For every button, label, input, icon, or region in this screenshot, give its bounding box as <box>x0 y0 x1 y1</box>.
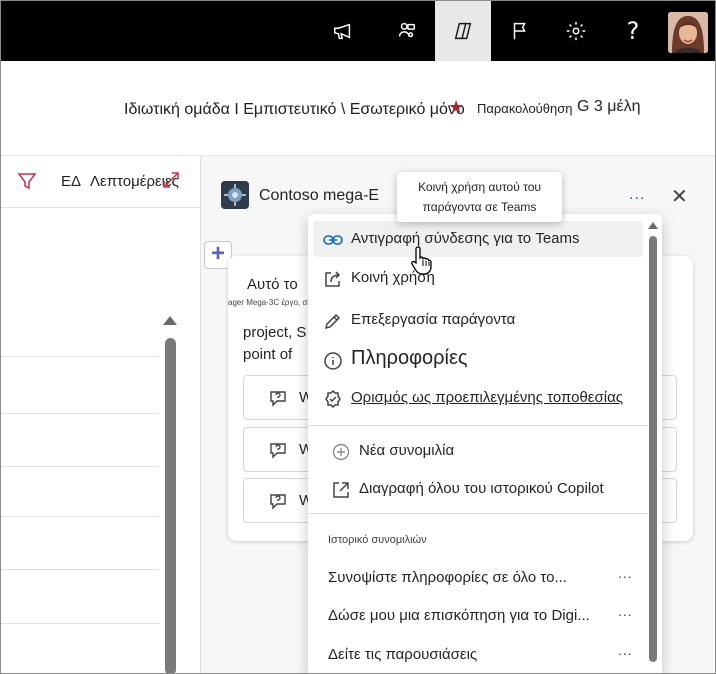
open-external-icon <box>330 479 352 501</box>
people-network-icon[interactable] <box>379 1 435 61</box>
chat-help-icon <box>268 491 288 516</box>
menu-item-info[interactable]: Πληροφορίες <box>313 342 643 378</box>
app-frame: ? Ιδιωτική ομάδα I Εμπιστευτικό \ Εσωτερ… <box>0 0 716 674</box>
menu-item-label: Πληροφορίες <box>351 347 468 369</box>
team-header: Ιδιωτική ομάδα I Εμπιστευτικό \ Εσωτερικ… <box>1 61 715 156</box>
list-divider <box>1 413 159 414</box>
list-divider <box>1 623 159 624</box>
history-more-button[interactable]: ... <box>618 565 633 581</box>
list-divider <box>1 569 159 570</box>
megaphone-icon[interactable] <box>315 1 371 61</box>
more-options-button[interactable]: ... <box>629 186 645 204</box>
menu-item-delete-history[interactable]: Διαγραφή όλου του ιστορικού Copilot <box>313 471 643 507</box>
menu-item-label: Ορισμός ως προεπιλεγμένης τοποθεσίας <box>351 389 623 406</box>
history-item-label: Δείτε τις παρουσιάσεις <box>328 646 478 663</box>
history-section-title: Ιστορικό συνομιλιών <box>328 534 427 546</box>
menu-divider <box>308 513 648 514</box>
more-options-menu: Αντιγραφή σύνδεσης για το Teams Κοινή χρ… <box>308 214 662 673</box>
follow-button[interactable]: Παρακολούθηση <box>477 101 573 116</box>
pencil-icon <box>322 310 344 332</box>
history-more-button[interactable]: ... <box>618 603 633 619</box>
history-item[interactable]: Δείτε τις παρουσιάσεις ... <box>328 642 638 668</box>
suite-bar: ? <box>1 1 715 61</box>
history-more-button[interactable]: ... <box>618 642 633 658</box>
left-pane-toolbar: ΕΔ Λεπτομέρειες <box>1 156 201 208</box>
share-icon <box>322 268 344 290</box>
card-text-line: point of <box>243 346 293 363</box>
close-button[interactable]: ✕ <box>671 184 688 209</box>
scroll-up-arrow[interactable] <box>163 316 177 325</box>
classification-label: Ιδιωτική ομάδα I Εμπιστευτικό \ Εσωτερικ… <box>124 101 465 118</box>
info-icon <box>322 350 344 372</box>
history-item[interactable]: Δώσε μου μια επισκόπηση για το Digi... .… <box>328 603 638 629</box>
hand-cursor-icon <box>411 245 437 280</box>
left-pane: ΕΔ Λεπτομέρειες <box>1 156 201 673</box>
members-count[interactable]: G 3 μέλη <box>577 98 640 116</box>
menu-scrollbar-thumb[interactable] <box>649 236 657 662</box>
agent-title: Contoso mega-E <box>259 187 380 204</box>
list-divider <box>1 356 159 357</box>
menu-item-label: Επεξεργασία παράγοντα <box>351 311 516 328</box>
chat-help-icon <box>268 440 288 465</box>
filter-icon[interactable] <box>17 171 37 196</box>
menu-item-label: Διαγραφή όλου του ιστορικού Copilot <box>359 480 604 497</box>
history-item-label: Συνοψίστε πληροφορίες σε όλο το... <box>328 569 567 586</box>
menu-item-label: Αντιγραφή σύνδεσης για το Teams <box>351 230 580 247</box>
history-item[interactable]: Συνοψίστε πληροφορίες σε όλο το... ... <box>328 565 638 591</box>
flag-icon[interactable] <box>492 1 548 61</box>
history-item-label: Δώσε μου μια επισκόπηση για το Digi... <box>328 607 590 624</box>
menu-item-label: Νέα συνομιλία <box>359 442 455 459</box>
menu-item-new-chat[interactable]: Νέα συνομιλία <box>313 433 643 469</box>
avatar[interactable] <box>668 12 708 53</box>
badge-check-icon <box>322 388 344 410</box>
copilot-icon[interactable] <box>435 1 491 61</box>
menu-item-edit-agent[interactable]: Επεξεργασία παράγοντα <box>313 302 643 338</box>
menu-item-share[interactable]: Κοινή χρήση <box>313 260 643 296</box>
menu-divider <box>308 425 648 426</box>
list-divider <box>1 466 159 467</box>
menu-item-set-default[interactable]: Ορισμός ως προεπιλεγμένης τοποθεσίας <box>313 380 643 416</box>
menu-scroll-up-arrow[interactable] <box>648 222 658 229</box>
scrollbar-thumb[interactable] <box>165 338 176 673</box>
star-icon[interactable]: ★ <box>448 97 464 118</box>
chat-help-icon <box>268 388 288 413</box>
expand-icon[interactable] <box>161 170 181 195</box>
share-tooltip: Κοινή χρήση αυτού του παράγοντα σε Teams <box>397 172 562 222</box>
chat-add-icon <box>330 441 352 463</box>
agent-logo-icon <box>221 181 249 209</box>
gear-icon[interactable] <box>548 1 604 61</box>
help-icon[interactable]: ? <box>605 1 661 61</box>
menu-item-copy-link[interactable]: Αντιγραφή σύνδεσης για το Teams <box>313 221 643 257</box>
card-text-line: project, S <box>243 324 307 341</box>
list-divider <box>1 516 159 517</box>
card-title: Αυτό το <box>247 276 298 293</box>
link-icon <box>322 229 344 251</box>
ed-label[interactable]: ΕΔ <box>61 173 81 190</box>
